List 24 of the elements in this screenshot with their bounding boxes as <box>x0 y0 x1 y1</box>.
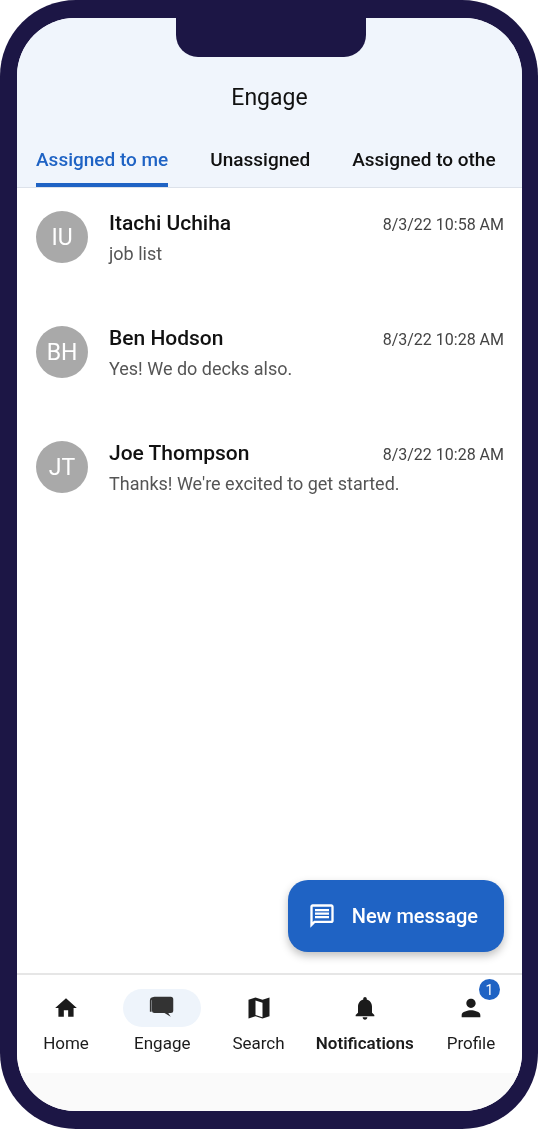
nav-item[interactable]: Notifications <box>315 977 414 1073</box>
tab[interactable]: Assigned to me <box>36 148 169 187</box>
message-time: 8/3/22 10:58 AM <box>382 215 504 234</box>
avatar: JT <box>36 441 88 493</box>
tab[interactable]: Assigned to othe <box>352 148 496 187</box>
new-message-button[interactable]: New message <box>287 880 504 952</box>
message-preview: Yes! We do decks also. <box>109 358 294 379</box>
message-time: 8/3/22 10:28 AM <box>382 445 504 464</box>
avatar: BH <box>36 326 88 378</box>
nav-item[interactable]: Home <box>27 977 105 1073</box>
notification-badge: 1 <box>479 979 500 1000</box>
nav-item[interactable]: Engage <box>123 977 202 1073</box>
contact-name[interactable]: Joe Thompson <box>109 441 250 465</box>
nav-item[interactable]: Search <box>219 977 298 1073</box>
message-time: 8/3/22 10:28 AM <box>382 330 504 349</box>
message-preview: Thanks! We're excited to get started. <box>109 473 401 494</box>
message-icon <box>307 902 336 930</box>
screen-title: Engage <box>230 84 309 113</box>
contact-name[interactable]: Itachi Uchiha <box>109 211 232 235</box>
tab[interactable]: Unassigned <box>210 148 311 187</box>
message-preview: job list <box>109 243 164 264</box>
contact-name[interactable]: Ben Hodson <box>109 326 224 350</box>
nav-item[interactable]: 1 Profile <box>432 977 510 1073</box>
avatar: IU <box>36 211 88 263</box>
